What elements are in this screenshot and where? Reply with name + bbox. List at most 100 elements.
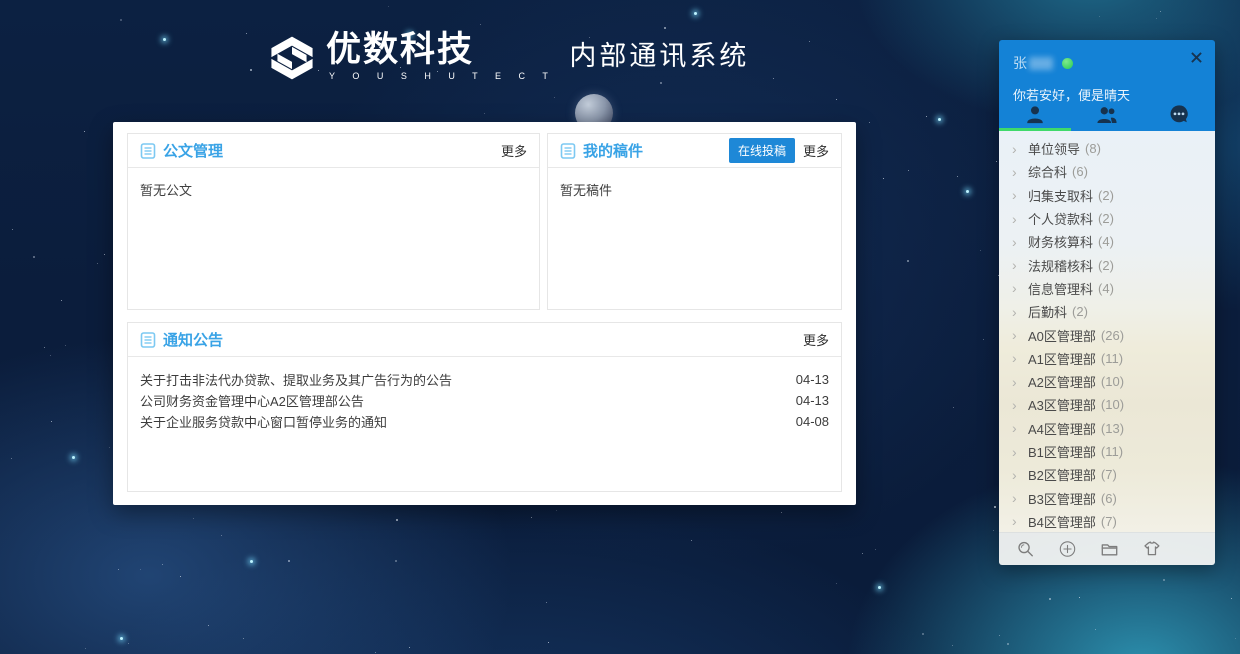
notice-row[interactable]: 公司财务资金管理中心A2区管理部公告 04-13: [140, 390, 829, 411]
notice-date: 04-08: [796, 414, 829, 429]
system-title: 内部通讯系统: [569, 34, 749, 73]
documents-panel-header: 公文管理 更多: [128, 134, 539, 168]
conversations-bubble-icon: [1168, 104, 1190, 124]
contact-group-name: 信息管理科: [1028, 279, 1093, 298]
chevron-right-icon: [1012, 375, 1024, 389]
contact-group-name: A4区管理部: [1028, 419, 1096, 438]
contact-group-name: 归集支取科: [1028, 186, 1093, 205]
contact-group-count: 6: [1072, 164, 1088, 179]
contact-group-row[interactable]: A0区管理部 26: [999, 323, 1215, 346]
chevron-right-icon: [1012, 281, 1024, 295]
close-icon: [1191, 52, 1202, 63]
chevron-right-icon: [1012, 305, 1024, 319]
contact-group-row[interactable]: 财务核算科 4: [999, 230, 1215, 253]
contact-group-name: 个人贷款科: [1028, 209, 1093, 228]
contact-group-row[interactable]: 信息管理科 4: [999, 277, 1215, 300]
contact-group-name: A0区管理部: [1028, 326, 1096, 345]
contact-group-row[interactable]: A1区管理部 11: [999, 347, 1215, 370]
folder-button[interactable]: [1099, 539, 1120, 559]
contact-group-count: 11: [1101, 444, 1123, 459]
contact-group-row[interactable]: A2区管理部 10: [999, 370, 1215, 393]
add-circle-icon: [1058, 540, 1077, 558]
notice-row[interactable]: 关于打击非法代办贷款、提取业务及其广告行为的公告 04-13: [140, 369, 829, 390]
search-icon: [1016, 540, 1035, 558]
contact-group-name: 财务核算科: [1028, 232, 1093, 251]
chevron-right-icon: [1012, 351, 1024, 365]
contacts-person-icon: [1024, 104, 1046, 124]
contact-group-row[interactable]: A3区管理部 10: [999, 393, 1215, 416]
contact-group-row[interactable]: B4区管理部 7: [999, 510, 1215, 532]
notice-row[interactable]: 关于企业服务贷款中心窗口暂停业务的通知 04-08: [140, 411, 829, 432]
chevron-right-icon: [1012, 398, 1024, 412]
contact-group-count: 8: [1085, 141, 1101, 156]
contact-group-row[interactable]: A4区管理部 13: [999, 417, 1215, 440]
contact-group-count: 11: [1101, 351, 1123, 366]
contact-group-name: B2区管理部: [1028, 465, 1096, 484]
tab-conversations[interactable]: [1143, 97, 1215, 131]
notice-date: 04-13: [796, 372, 829, 387]
messenger-panel: 张 你若安好，便是晴天: [999, 40, 1215, 565]
contact-group-row[interactable]: 归集支取科 2: [999, 184, 1215, 207]
online-submit-button[interactable]: 在线投稿: [729, 138, 795, 163]
document-list-icon: [140, 332, 156, 348]
app-logo: 优数科技 Y O U S H U T E C T 内部通讯系统: [266, 30, 749, 82]
contact-group-row[interactable]: 后勤科 2: [999, 300, 1215, 323]
skin-tshirt-icon: [1142, 540, 1161, 558]
notice-title[interactable]: 公司财务资金管理中心A2区管理部公告: [140, 391, 784, 410]
drafts-panel: 我的稿件 在线投稿 更多 暂无稿件: [547, 133, 842, 310]
skin-button[interactable]: [1141, 539, 1162, 559]
contact-group-count: 2: [1098, 211, 1114, 226]
contact-group-row[interactable]: 综合科 6: [999, 160, 1215, 183]
contact-group-name: A2区管理部: [1028, 372, 1096, 391]
contact-group-row[interactable]: 单位领导 8: [999, 137, 1215, 160]
close-button[interactable]: [1187, 48, 1205, 66]
add-button[interactable]: [1057, 539, 1078, 559]
user-name-redacted: [1029, 57, 1053, 70]
contact-group-row[interactable]: B2区管理部 7: [999, 463, 1215, 486]
messenger-footer: [999, 532, 1215, 565]
document-list-icon: [140, 143, 156, 159]
search-button[interactable]: [1015, 539, 1036, 559]
contact-group-name: B1区管理部: [1028, 442, 1096, 461]
notice-title[interactable]: 关于企业服务贷款中心窗口暂停业务的通知: [140, 412, 784, 431]
contact-group-name: 单位领导: [1028, 139, 1080, 158]
contact-group-row[interactable]: B1区管理部 11: [999, 440, 1215, 463]
chevron-right-icon: [1012, 258, 1024, 272]
documents-panel-title: 公文管理: [163, 140, 501, 161]
contact-group-count: 10: [1101, 397, 1124, 412]
document-list-icon: [560, 143, 576, 159]
user-name: 张: [1013, 53, 1027, 73]
chevron-right-icon: [1012, 142, 1024, 156]
chevron-right-icon: [1012, 445, 1024, 459]
contact-group-list: 单位领导 8 综合科 6 归集支取科 2 个人贷款科 2 财务核算科 4 法规稽: [999, 131, 1215, 532]
chevron-right-icon: [1012, 468, 1024, 482]
brand-name-en: Y O U S H U T E C T: [329, 71, 555, 81]
contact-group-count: 10: [1101, 374, 1124, 389]
drafts-empty-text: 暂无稿件: [548, 168, 841, 211]
chevron-right-icon: [1012, 235, 1024, 249]
contact-group-count: 2: [1098, 258, 1114, 273]
documents-panel: 公文管理 更多 暂无公文: [127, 133, 540, 310]
contact-group-count: 2: [1098, 188, 1114, 203]
notices-more-link[interactable]: 更多: [803, 330, 829, 349]
messenger-header: 张 你若安好，便是晴天: [999, 40, 1215, 131]
contact-group-row[interactable]: B3区管理部 6: [999, 486, 1215, 509]
notices-panel-title: 通知公告: [163, 329, 803, 350]
contact-group-count: 4: [1098, 281, 1114, 296]
chevron-right-icon: [1012, 421, 1024, 435]
notice-date: 04-13: [796, 393, 829, 408]
contact-group-count: 6: [1101, 491, 1117, 506]
tab-contacts-groups[interactable]: [1071, 97, 1143, 131]
contact-group-name: B4区管理部: [1028, 512, 1096, 531]
contact-group-name: 法规稽核科: [1028, 256, 1093, 275]
contact-group-row[interactable]: 法规稽核科 2: [999, 253, 1215, 276]
contact-group-name: 综合科: [1028, 162, 1067, 181]
documents-more-link[interactable]: 更多: [501, 141, 527, 160]
folder-icon: [1100, 540, 1119, 558]
tab-contacts-person[interactable]: [999, 97, 1071, 131]
contacts-group-icon: [1096, 104, 1118, 124]
contact-group-row[interactable]: 个人贷款科 2: [999, 207, 1215, 230]
chevron-right-icon: [1012, 328, 1024, 342]
drafts-more-link[interactable]: 更多: [803, 141, 829, 160]
notice-title[interactable]: 关于打击非法代办贷款、提取业务及其广告行为的公告: [140, 370, 784, 389]
